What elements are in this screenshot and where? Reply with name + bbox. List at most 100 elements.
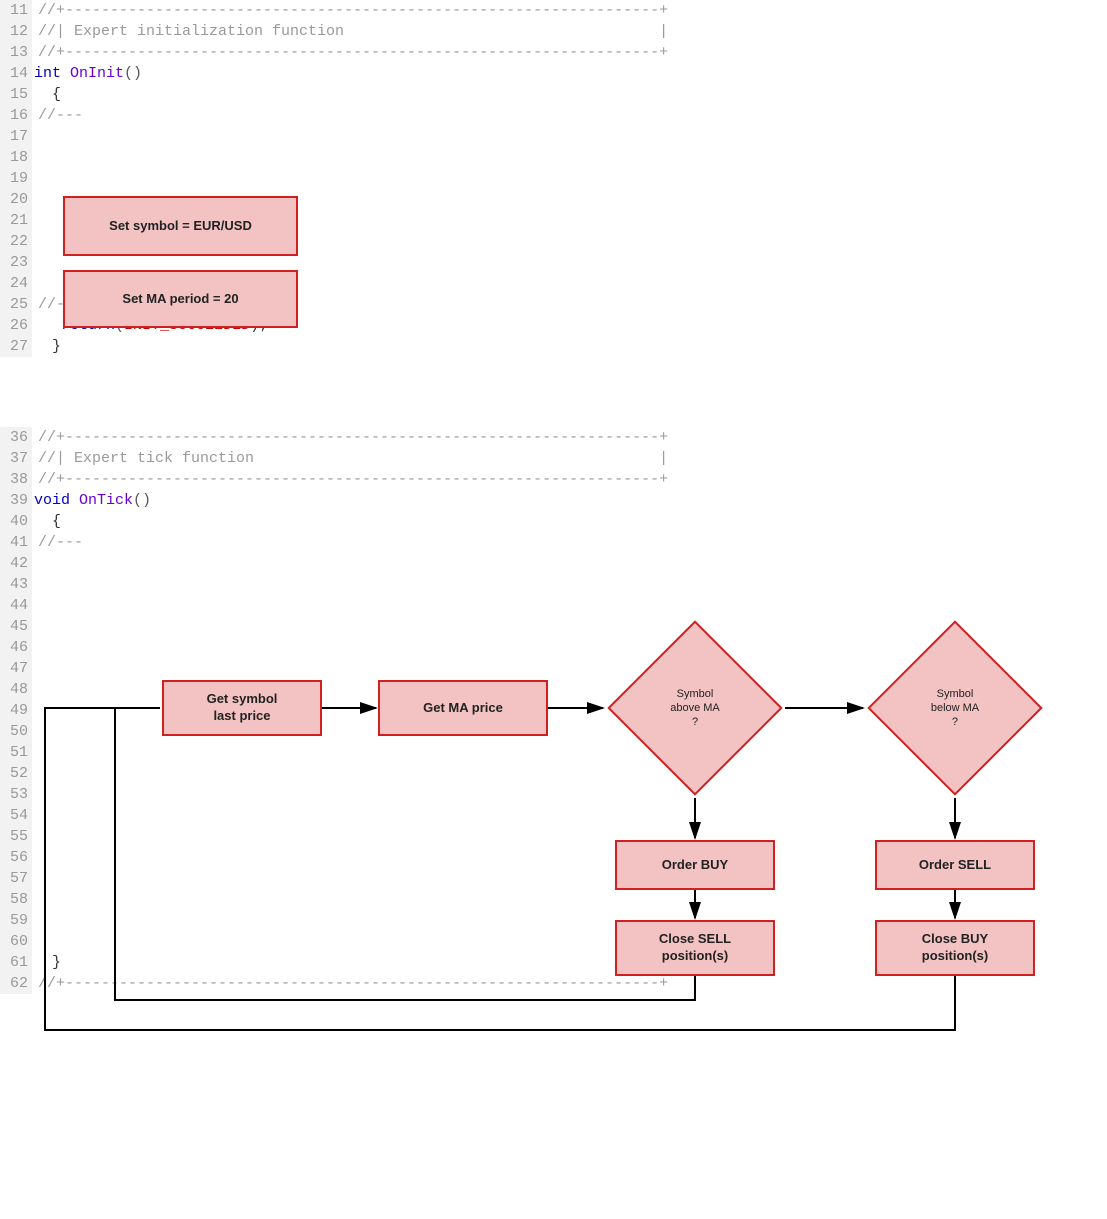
code-line: 37//| Expert tick function | xyxy=(0,448,1107,469)
code-content xyxy=(32,595,34,616)
code-line: 41//--- xyxy=(0,532,1107,553)
code-content: //+-------------------------------------… xyxy=(32,42,668,63)
code-line: 62//+-----------------------------------… xyxy=(0,973,1107,994)
code-line: 44 xyxy=(0,595,1107,616)
line-number: 18 xyxy=(0,147,32,168)
line-number: 54 xyxy=(0,805,32,826)
code-line: 43 xyxy=(0,574,1107,595)
line-number: 37 xyxy=(0,448,32,469)
code-content: //--- xyxy=(32,532,83,553)
line-number: 15 xyxy=(0,84,32,105)
code-content xyxy=(32,126,34,147)
code-content xyxy=(32,700,34,721)
line-number: 41 xyxy=(0,532,32,553)
code-line: 27 } xyxy=(0,336,1107,357)
code-content xyxy=(32,868,34,889)
code-content xyxy=(32,231,34,252)
code-content: int OnInit() xyxy=(32,63,142,84)
code-content xyxy=(32,847,34,868)
line-number: 39 xyxy=(0,490,32,511)
line-number: 51 xyxy=(0,742,32,763)
code-line: 19 xyxy=(0,168,1107,189)
code-content: //+-------------------------------------… xyxy=(32,973,668,994)
code-content xyxy=(32,637,34,658)
line-number: 26 xyxy=(0,315,32,336)
flow-box-label: Set symbol = EUR/USD xyxy=(109,218,252,235)
line-number: 49 xyxy=(0,700,32,721)
code-content xyxy=(32,658,34,679)
line-number: 23 xyxy=(0,252,32,273)
flow-diamond-above-ma: Symbol above MA ? xyxy=(605,618,785,798)
line-number: 43 xyxy=(0,574,32,595)
code-line: 15 { xyxy=(0,84,1107,105)
code-content xyxy=(32,679,34,700)
flow-box-label: Close SELL position(s) xyxy=(659,931,731,965)
code-line: 13//+-----------------------------------… xyxy=(0,42,1107,63)
code-line: 11//+-----------------------------------… xyxy=(0,0,1107,21)
flow-diamond-below-ma: Symbol below MA ? xyxy=(865,618,1045,798)
line-number: 14 xyxy=(0,63,32,84)
line-number: 60 xyxy=(0,931,32,952)
line-number: 52 xyxy=(0,763,32,784)
code-content: { xyxy=(32,84,61,105)
line-number: 13 xyxy=(0,42,32,63)
code-content: { xyxy=(32,511,61,532)
code-content xyxy=(32,616,34,637)
line-number: 46 xyxy=(0,637,32,658)
flow-box-order-buy: Order BUY xyxy=(615,840,775,890)
code-content xyxy=(32,574,34,595)
flow-diamond-label: Symbol above MA ? xyxy=(605,618,785,798)
code-line: 58 xyxy=(0,889,1107,910)
line-number: 19 xyxy=(0,168,32,189)
line-number: 56 xyxy=(0,847,32,868)
line-number: 57 xyxy=(0,868,32,889)
line-number: 58 xyxy=(0,889,32,910)
code-line: 12//| Expert initialization function | xyxy=(0,21,1107,42)
line-number: 38 xyxy=(0,469,32,490)
code-content xyxy=(32,147,34,168)
line-number: 61 xyxy=(0,952,32,973)
code-line: 54 xyxy=(0,805,1107,826)
flow-box-get-last-price: Get symbol last price xyxy=(162,680,322,736)
code-line: 40 { xyxy=(0,511,1107,532)
code-content xyxy=(32,763,34,784)
flow-box-label: Close BUY position(s) xyxy=(922,931,988,965)
flow-box-set-ma: Set MA period = 20 xyxy=(63,270,298,328)
code-content: //+-------------------------------------… xyxy=(32,0,668,21)
code-content: } xyxy=(32,336,61,357)
line-number: 24 xyxy=(0,273,32,294)
flow-box-set-symbol: Set symbol = EUR/USD xyxy=(63,196,298,256)
line-number: 12 xyxy=(0,21,32,42)
code-content xyxy=(32,189,34,210)
line-number: 21 xyxy=(0,210,32,231)
code-content xyxy=(32,168,34,189)
code-line: 39void OnTick() xyxy=(0,490,1107,511)
flow-box-label: Order SELL xyxy=(919,857,991,874)
flow-box-label: Get symbol last price xyxy=(207,691,278,725)
line-number: 55 xyxy=(0,826,32,847)
code-content xyxy=(32,805,34,826)
line-number: 50 xyxy=(0,721,32,742)
code-content xyxy=(32,273,34,294)
line-number: 59 xyxy=(0,910,32,931)
code-content xyxy=(32,553,34,574)
code-content xyxy=(32,721,34,742)
flow-box-get-ma-price: Get MA price xyxy=(378,680,548,736)
line-number: 53 xyxy=(0,784,32,805)
line-number: 25 xyxy=(0,294,32,315)
code-line: 18 xyxy=(0,147,1107,168)
code-content: //+-------------------------------------… xyxy=(32,427,668,448)
code-content: } xyxy=(32,952,61,973)
flow-box-label: Get MA price xyxy=(423,700,503,717)
code-content xyxy=(32,742,34,763)
code-content xyxy=(32,784,34,805)
flow-box-order-sell: Order SELL xyxy=(875,840,1035,890)
code-line: 16//--- xyxy=(0,105,1107,126)
line-number: 62 xyxy=(0,973,32,994)
line-number: 42 xyxy=(0,553,32,574)
code-line: 38//+-----------------------------------… xyxy=(0,469,1107,490)
line-number: 16 xyxy=(0,105,32,126)
line-number: 27 xyxy=(0,336,32,357)
line-number: 36 xyxy=(0,427,32,448)
line-number: 11 xyxy=(0,0,32,21)
